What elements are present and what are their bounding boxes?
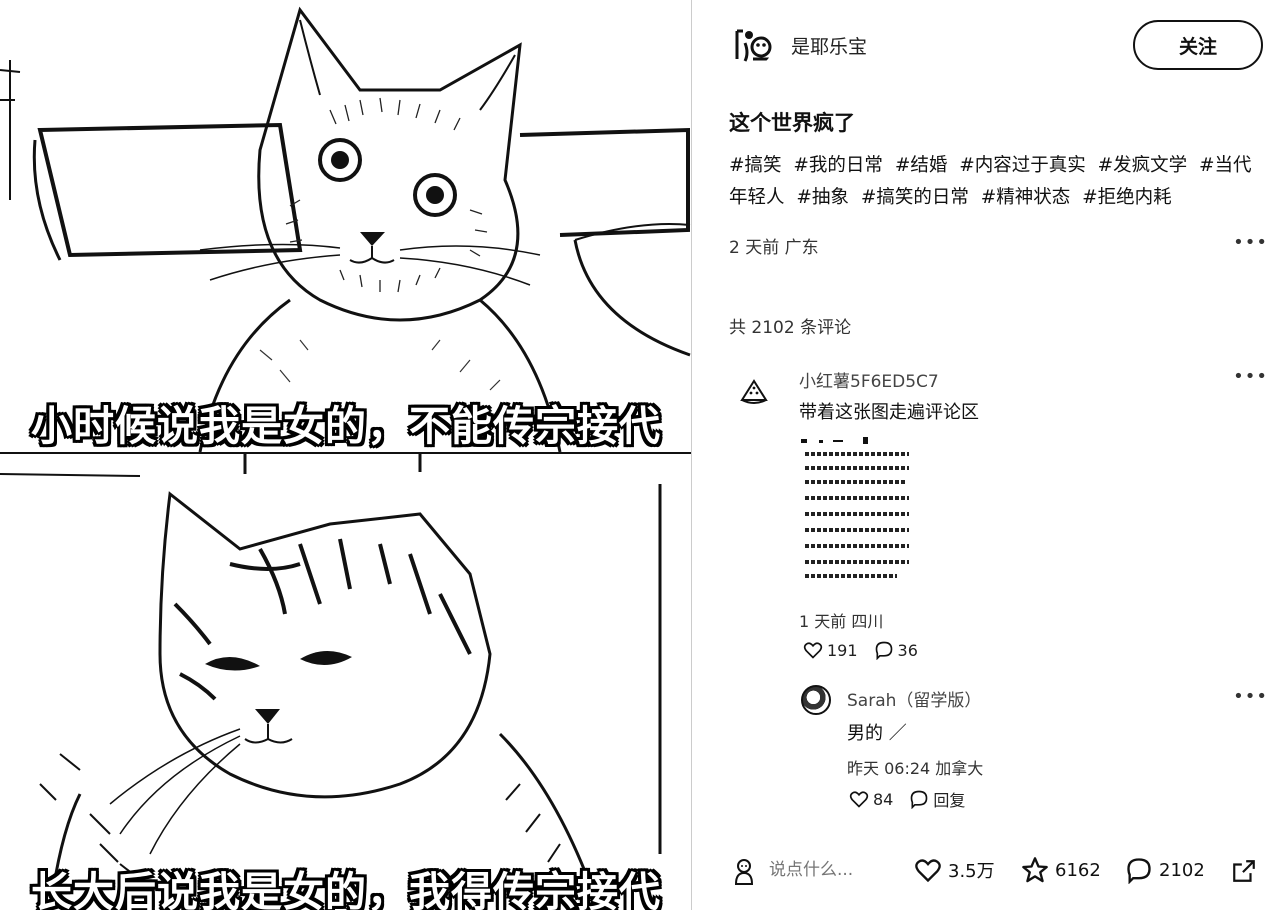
more-icon[interactable]: ••• — [1233, 234, 1268, 252]
tag-link[interactable]: #搞笑 — [729, 155, 782, 176]
bottom-caption: 长大后说我是女的，我得传宗接代 — [31, 868, 661, 910]
tag-link[interactable]: #结婚 — [895, 155, 948, 176]
reply-author-name[interactable]: Sarah（留学版） — [847, 686, 981, 711]
top-caption: 小时候说我是女的，不能传宗接代 — [31, 402, 661, 450]
bottom-action-bar: 3.5万 6162 2102 — [693, 838, 1280, 910]
heart-icon[interactable] — [849, 789, 869, 809]
comment-button[interactable]: 2102 — [1125, 856, 1205, 884]
user-avatar-icon — [734, 859, 754, 885]
comment-text: 带着这张图走遍评论区 — [799, 402, 979, 423]
post-detail-panel: 是耶乐宝 关注 这个世界疯了 #搞笑 #我的日常 #结婚 #内容过于真实 #发疯… — [693, 0, 1280, 910]
comment-icon[interactable] — [909, 789, 929, 809]
tag-link[interactable]: #内容过于真实 — [959, 155, 1086, 176]
more-icon[interactable]: ••• — [1233, 368, 1268, 386]
author-name[interactable]: 是耶乐宝 — [791, 32, 867, 59]
comment-icon[interactable] — [874, 640, 894, 660]
more-icon[interactable]: ••• — [1233, 688, 1268, 706]
comment-reply-count: 36 — [897, 640, 918, 660]
meme-bottom-frame: 长大后说我是女的，我得传宗接代 — [0, 452, 691, 910]
reply-text: 男的 ／ — [847, 723, 907, 744]
post-date-location: 2 天前 广东 — [729, 238, 819, 258]
kitten-sketch — [0, 0, 691, 452]
author-row: 是耶乐宝 关注 — [729, 20, 1263, 70]
comment-input[interactable] — [769, 860, 889, 880]
tag-link[interactable]: #拒绝内耗 — [1082, 187, 1172, 208]
commenter-avatar[interactable] — [739, 376, 769, 406]
comment-actions: 191 36 — [803, 640, 934, 660]
heart-icon — [915, 859, 941, 883]
reply-actions: 84 回复 — [849, 787, 981, 811]
comment-date-location: 1 天前 四川 — [799, 612, 884, 631]
heart-icon[interactable] — [803, 640, 823, 660]
cat-sketch — [0, 454, 691, 910]
author-avatar[interactable] — [729, 23, 773, 67]
meme-top-frame: 小时候说我是女的，不能传宗接代 — [0, 0, 691, 452]
comment-attached-image[interactable] — [799, 436, 917, 586]
reply-button[interactable]: 回复 — [933, 787, 965, 811]
follow-button[interactable]: 关注 — [1133, 20, 1263, 70]
comment-count: 共 2102 条评论 — [729, 318, 852, 338]
tag-link[interactable]: #抽象 — [796, 187, 849, 208]
star-icon — [1022, 857, 1048, 883]
image-status-strip — [801, 437, 868, 444]
tag-link[interactable]: #精神状态 — [981, 187, 1071, 208]
reply-like-count: 84 — [873, 789, 894, 809]
comment-like-count: 191 — [827, 640, 858, 660]
post-title: 这个世界疯了 — [729, 111, 855, 135]
like-count: 3.5万 — [948, 861, 995, 882]
comment-icon — [1127, 858, 1151, 884]
reply-avatar[interactable] — [801, 685, 831, 715]
share-icon[interactable] — [1231, 858, 1257, 884]
collect-button[interactable]: 6162 — [1021, 856, 1101, 884]
commenter-name[interactable]: 小红薯5F6ED5C7 — [799, 367, 939, 392]
comment-total-count: 2102 — [1159, 859, 1205, 881]
tag-link[interactable]: #我的日常 — [793, 155, 883, 176]
tag-link[interactable]: #搞笑的日常 — [861, 187, 969, 208]
post-tags: #搞笑 #我的日常 #结婚 #内容过于真实 #发疯文学 #当代年轻人 #抽象 #… — [729, 150, 1259, 214]
tag-link[interactable]: #发疯文学 — [1098, 155, 1188, 176]
post-image[interactable]: 小时候说我是女的，不能传宗接代 长大后说我是女的，我得传宗接代 — [0, 0, 692, 910]
like-button[interactable]: 3.5万 — [914, 856, 995, 884]
collect-count: 6162 — [1055, 859, 1101, 881]
reply-date-location: 昨天 06:24 加拿大 — [847, 759, 984, 778]
